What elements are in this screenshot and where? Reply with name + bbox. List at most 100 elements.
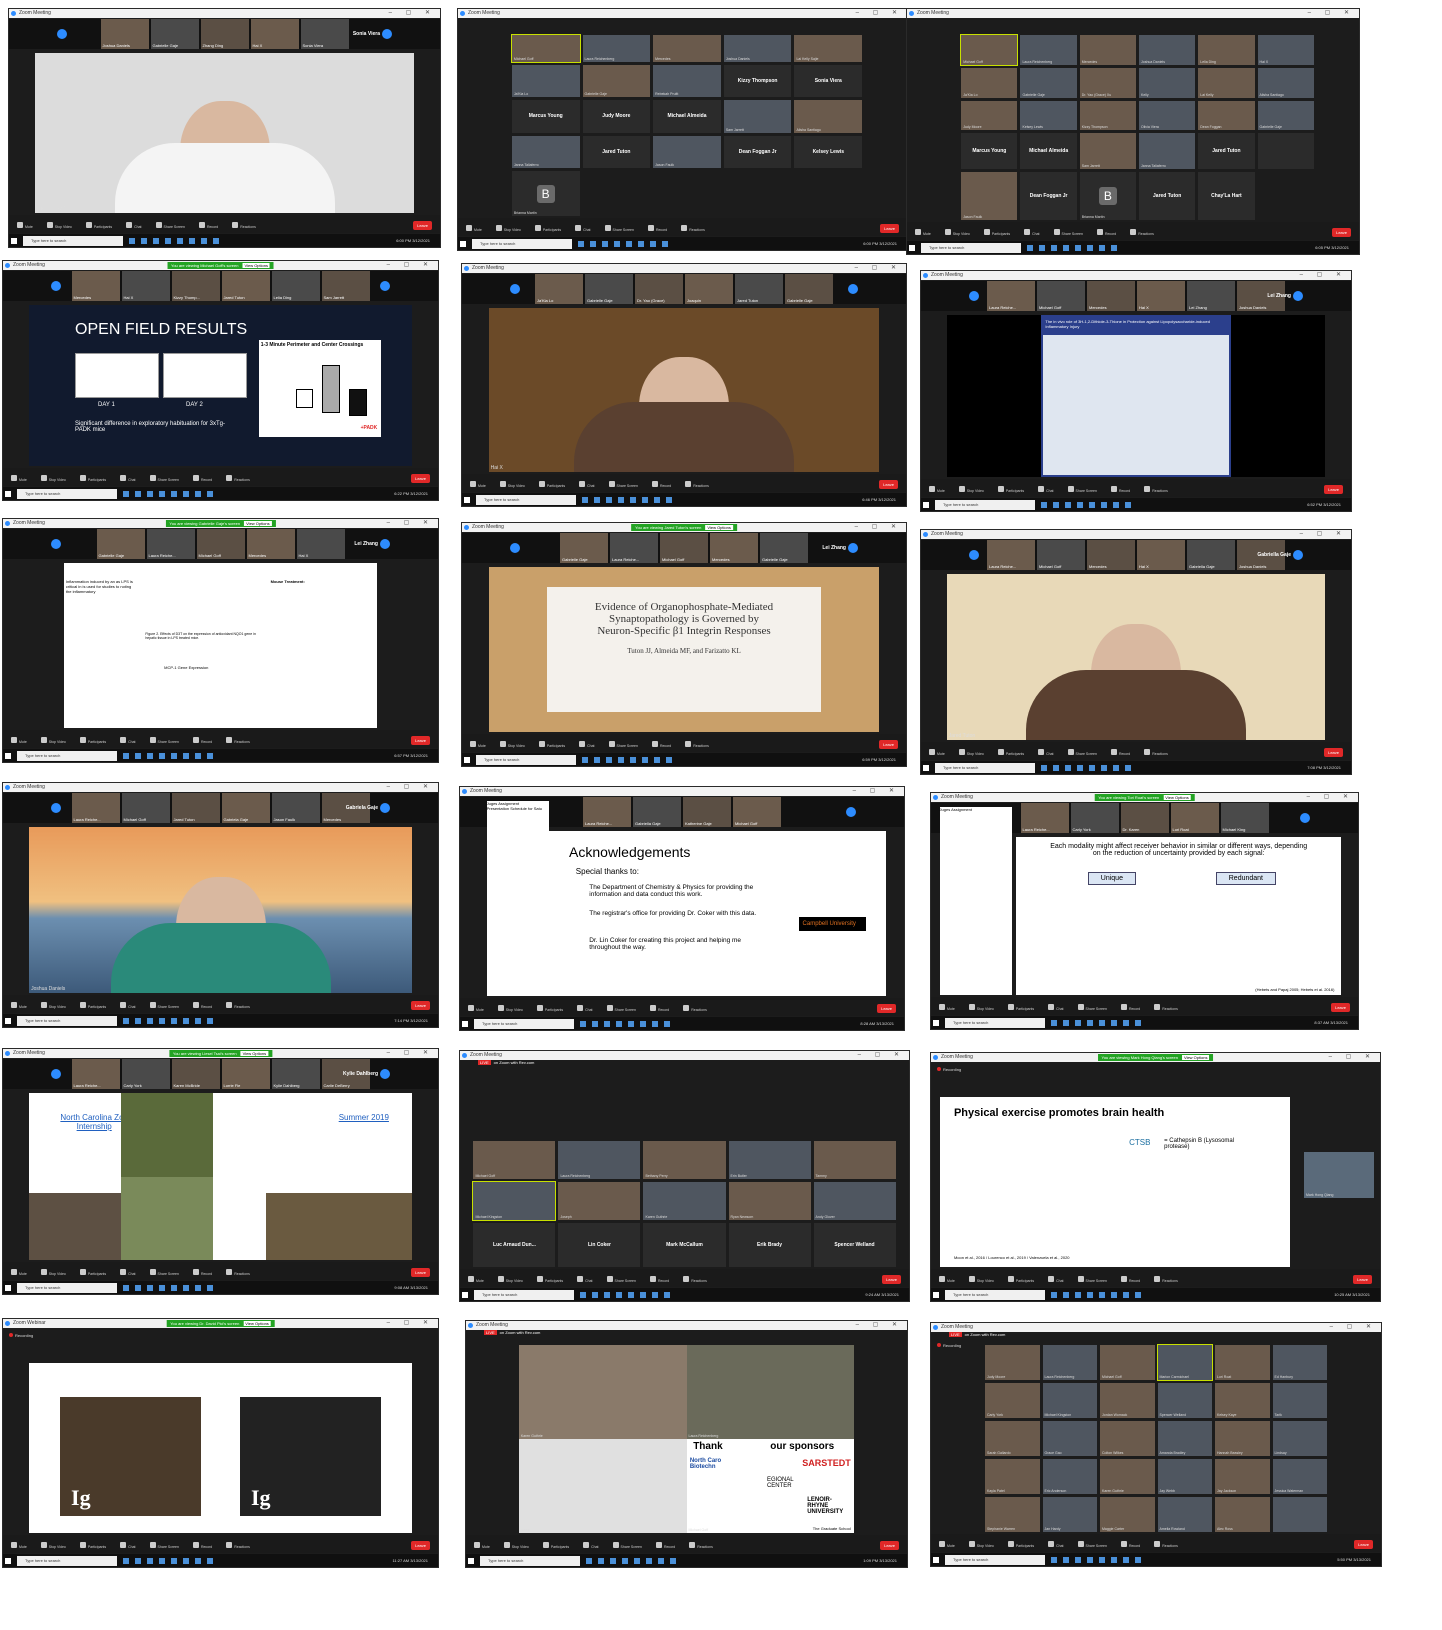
taskbar-search[interactable]: Type here to search: [17, 750, 117, 761]
video-tile[interactable]: Kizzy Thompson: [723, 64, 792, 98]
video-tile[interactable]: Maggie Carter: [1100, 1497, 1155, 1532]
participant-thumbnail[interactable]: Laura Reiche...: [583, 797, 631, 827]
taskbar-app-icon[interactable]: [1051, 1556, 1057, 1563]
view-options-button[interactable]: View Options: [244, 521, 272, 526]
taskbar-app-icon[interactable]: [582, 756, 588, 763]
taskbar-app-icon[interactable]: [1111, 1019, 1117, 1026]
taskbar-app-icon[interactable]: [1041, 501, 1047, 508]
taskbar-app-icon[interactable]: [183, 1557, 189, 1564]
taskbar-app-icon[interactable]: [638, 240, 644, 247]
leave-button[interactable]: Leave: [411, 1268, 430, 1277]
video-tile[interactable]: Rebekah Pruitt: [653, 64, 721, 98]
control-button[interactable]: Mute: [939, 997, 955, 1015]
control-button[interactable]: Reactions: [226, 1262, 250, 1280]
taskbar-app-icon[interactable]: [618, 496, 624, 503]
taskbar-app-icon[interactable]: [1053, 764, 1059, 771]
taskbar-app-icon[interactable]: [616, 1291, 622, 1298]
control-button[interactable]: Participants: [85, 215, 112, 233]
control-button[interactable]: Chat: [575, 218, 591, 236]
windows-start-icon[interactable]: [933, 1291, 939, 1298]
control-button[interactable]: Stop Video: [497, 1269, 523, 1287]
next-page-button[interactable]: [382, 29, 392, 39]
video-tile[interactable]: Alec Ross: [1215, 1497, 1270, 1532]
taskbar-app-icon[interactable]: [147, 490, 153, 497]
participant-thumbnail[interactable]: Lorrie Fie: [221, 1059, 270, 1089]
taskbar-app-icon[interactable]: [183, 752, 189, 759]
taskbar-app-icon[interactable]: [594, 496, 600, 503]
control-button[interactable]: Mute: [915, 222, 931, 240]
video-tile[interactable]: Lai Kelly: [1198, 67, 1255, 98]
control-button[interactable]: Mute: [474, 1535, 490, 1553]
window-controls[interactable]: – ▢ ✕: [855, 523, 902, 532]
video-tile[interactable]: B Brianna Martin: [511, 171, 580, 216]
control-button[interactable]: Participants: [79, 468, 106, 486]
control-button[interactable]: Chat: [120, 730, 136, 748]
prev-page-button[interactable]: [969, 550, 979, 560]
control-button[interactable]: Participants: [542, 1535, 569, 1553]
taskbar-app-icon[interactable]: [614, 240, 620, 247]
taskbar-app-icon[interactable]: [1063, 1019, 1069, 1026]
video-tile[interactable]: Michael Goff: [510, 34, 581, 63]
control-button[interactable]: Record: [1120, 1269, 1140, 1287]
taskbar-app-icon[interactable]: [183, 1284, 189, 1291]
window-controls[interactable]: – ▢ ✕: [1330, 1323, 1377, 1332]
taskbar-app-icon[interactable]: [664, 1020, 670, 1027]
video-tile[interactable]: Olivia Viera: [1139, 100, 1196, 131]
video-tile[interactable]: Stephanie Warren: [985, 1497, 1040, 1532]
participant-thumbnail[interactable]: Michael Goff: [733, 797, 781, 827]
taskbar-app-icon[interactable]: [135, 1284, 141, 1291]
video-tile[interactable]: Jason Faulk: [961, 172, 1018, 220]
taskbar-app-icon[interactable]: [1075, 1291, 1081, 1298]
control-button[interactable]: Record: [649, 998, 669, 1016]
control-button[interactable]: Record: [655, 1535, 675, 1553]
leave-button[interactable]: Leave: [1324, 485, 1343, 494]
control-button[interactable]: Reactions: [226, 1535, 250, 1553]
control-button[interactable]: Reactions: [226, 995, 250, 1013]
windows-start-icon[interactable]: [462, 1291, 468, 1298]
taskbar-search[interactable]: Type here to search: [17, 1555, 117, 1566]
video-tile[interactable]: Michael Kingston: [472, 1181, 557, 1221]
prev-page-button[interactable]: [57, 29, 67, 39]
taskbar-app-icon[interactable]: [1125, 764, 1131, 771]
leave-button[interactable]: Leave: [411, 474, 430, 483]
windows-start-icon[interactable]: [460, 240, 466, 247]
taskbar-app-icon[interactable]: [1063, 1556, 1069, 1563]
taskbar-app-icon[interactable]: [183, 490, 189, 497]
control-button[interactable]: Reactions: [1144, 479, 1168, 497]
window-controls[interactable]: – ▢ ✕: [387, 1319, 434, 1328]
video-tile[interactable]: Jared Tuton: [1139, 172, 1196, 220]
video-tile[interactable]: Lai Kelly Sajie: [794, 35, 863, 62]
taskbar-app-icon[interactable]: [1089, 764, 1095, 771]
control-button[interactable]: Chat: [579, 734, 595, 752]
participant-thumbnail[interactable]: Mercedes: [71, 271, 120, 301]
video-tile[interactable]: Joseph: [558, 1182, 641, 1220]
control-button[interactable]: Participants: [534, 218, 561, 236]
next-page-button[interactable]: [1300, 813, 1310, 823]
taskbar-search[interactable]: Type here to search: [17, 1015, 117, 1026]
control-button[interactable]: Share Screen: [155, 215, 185, 233]
taskbar-app-icon[interactable]: [189, 237, 195, 244]
participant-thumbnail[interactable]: Hai X: [296, 529, 345, 559]
video-tile[interactable]: Ryan Newsom: [728, 1182, 811, 1220]
taskbar-app-icon[interactable]: [123, 752, 129, 759]
video-tile[interactable]: Colton Wilkes: [1100, 1421, 1155, 1456]
video-tile[interactable]: Michael Goff: [1100, 1345, 1155, 1380]
taskbar-app-icon[interactable]: [195, 752, 201, 759]
taskbar-app-icon[interactable]: [582, 496, 588, 503]
video-tile[interactable]: Gabrielle Gaje: [1020, 67, 1077, 98]
control-button[interactable]: Chat: [1048, 1269, 1064, 1287]
video-tile[interactable]: Sam Jarrett: [1079, 133, 1137, 170]
control-button[interactable]: Chat: [577, 1269, 593, 1287]
taskbar-app-icon[interactable]: [207, 1557, 213, 1564]
video-tile[interactable]: Karen Guthrie: [518, 1345, 687, 1439]
video-tile[interactable]: B Brianna Martin: [1079, 172, 1137, 220]
control-button[interactable]: Stop Video: [46, 215, 72, 233]
taskbar-app-icon[interactable]: [147, 1284, 153, 1291]
video-tile[interactable]: Erik Brady: [728, 1223, 811, 1267]
participant-thumbnail[interactable]: Michael Goff: [196, 529, 245, 559]
control-button[interactable]: Reactions: [226, 468, 250, 486]
video-tile[interactable]: Gabrielle Gaje: [582, 64, 651, 98]
taskbar-app-icon[interactable]: [1101, 501, 1107, 508]
video-tile[interactable]: Kizzy Thompson: [1079, 100, 1137, 131]
window-controls[interactable]: – ▢ ✕: [1307, 793, 1354, 802]
